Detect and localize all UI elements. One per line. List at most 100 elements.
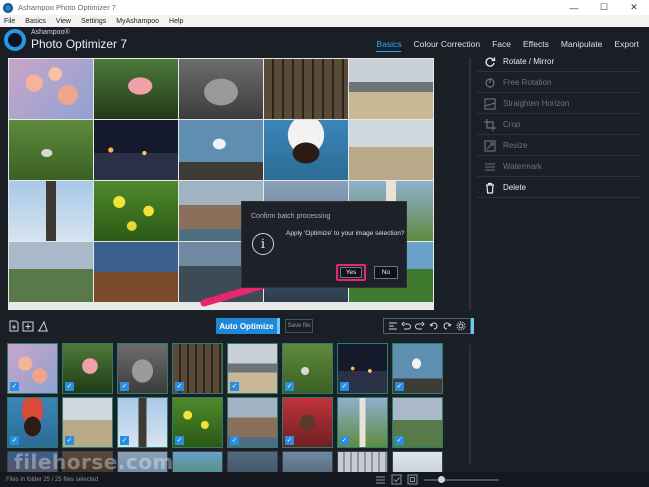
checkbox-checked-icon[interactable]: ✓ [10,436,19,445]
checkbox-checked-icon[interactable]: ✓ [175,382,184,391]
grid-image[interactable] [349,59,433,119]
menu-myashampoo[interactable]: MyAshampoo [116,18,159,25]
add-folder-icon[interactable] [22,320,34,332]
tab-effects[interactable]: Effects [523,39,549,52]
grid-image[interactable] [9,120,93,180]
deselect-icon[interactable] [407,474,418,485]
filmstrip-thumb[interactable]: ✓ [7,397,58,448]
grid-image[interactable] [94,59,178,119]
save-file-button[interactable]: Save file [285,319,313,333]
undo-icon[interactable] [401,321,412,331]
filmstrip-thumb[interactable] [392,451,443,472]
checkbox-checked-icon[interactable]: ✓ [340,436,349,445]
window-title: Ashampoo Photo Optimizer 7 [18,3,116,12]
tab-colour-correction[interactable]: Colour Correction [413,39,480,52]
checkbox-checked-icon[interactable]: ✓ [395,382,404,391]
select-all-icon[interactable] [391,474,402,485]
delete-item[interactable]: Delete [477,178,641,198]
checkbox-checked-icon[interactable]: ✓ [340,382,349,391]
minimize-button[interactable]: — [559,0,589,15]
no-button[interactable]: No [374,266,398,279]
resize-item[interactable]: Resize [477,136,641,156]
menu-file[interactable]: File [4,18,15,25]
zoom-slider-knob[interactable] [438,476,445,483]
zoom-slider[interactable] [424,476,499,483]
resize-label: Resize [503,141,528,150]
checkbox-checked-icon[interactable]: ✓ [395,436,404,445]
straighten-horizon-item[interactable]: Straighten Horizon [477,94,641,114]
yes-button[interactable]: Yes [340,267,362,278]
rotate-right-icon[interactable] [442,321,452,331]
grid-image[interactable] [94,120,178,180]
list-view-icon[interactable] [375,474,386,485]
grid-image[interactable] [94,181,178,241]
tab-export[interactable]: Export [614,39,639,52]
menu-settings[interactable]: Settings [81,18,106,25]
filmstrip-thumb[interactable]: ✓ [392,343,443,394]
brand-product: Photo Optimizer 7 [31,37,128,51]
filmstrip-thumb[interactable]: ✓ [282,343,333,394]
checkbox-checked-icon[interactable]: ✓ [230,436,239,445]
filmstrip-thumb[interactable] [282,451,333,472]
menu-basics[interactable]: Basics [25,18,46,25]
grid-image[interactable] [179,59,263,119]
filmstrip-thumb[interactable] [227,451,278,472]
filmstrip-thumb[interactable]: ✓ [392,397,443,448]
rotate-mirror-item[interactable]: Rotate / Mirror [477,52,641,72]
filmstrip-thumb[interactable]: ✓ [337,397,388,448]
grid-scrollbar[interactable] [469,58,471,310]
checkbox-checked-icon[interactable]: ✓ [10,382,19,391]
filmstrip-thumb[interactable]: ✓ [227,397,278,448]
filmstrip-thumb[interactable]: ✓ [117,397,168,448]
checkbox-checked-icon[interactable]: ✓ [285,382,294,391]
filmstrip-scrollbar[interactable] [469,345,471,465]
edit-tools-dropdown[interactable] [471,318,474,334]
rotate-left-icon[interactable] [429,321,439,331]
tab-face[interactable]: Face [492,39,511,52]
free-rotation-item[interactable]: Free Rotation [477,73,641,93]
grid-image[interactable] [264,59,348,119]
brand-company: Ashampoo® [31,29,70,36]
filmstrip-thumb[interactable]: ✓ [62,397,113,448]
watermark-item[interactable]: Watermark [477,157,641,177]
checkbox-checked-icon[interactable]: ✓ [120,436,129,445]
compare-icon[interactable] [388,321,398,331]
close-button[interactable]: ✕ [619,0,649,15]
tools-panel: Rotate / Mirror Free Rotation Straighten… [477,52,641,202]
grid-image[interactable] [9,242,93,302]
filmstrip-thumb[interactable]: ✓ [7,343,58,394]
menu-view[interactable]: View [56,18,71,25]
filmstrip-thumb[interactable] [172,451,223,472]
clear-list-icon[interactable] [37,320,49,332]
tab-manipulate[interactable]: Manipulate [561,39,603,52]
filmstrip-thumb[interactable]: ✓ [337,343,388,394]
grid-image[interactable] [349,120,433,180]
settings-gear-icon[interactable] [456,321,466,331]
checkbox-checked-icon[interactable]: ✓ [65,382,74,391]
filmstrip-thumb[interactable]: ✓ [117,343,168,394]
auto-optimize-dropdown[interactable] [277,318,280,334]
grid-image[interactable] [179,120,263,180]
checkbox-checked-icon[interactable]: ✓ [120,382,129,391]
crop-item[interactable]: Crop [477,115,641,135]
checkbox-checked-icon[interactable]: ✓ [230,382,239,391]
filmstrip-thumb[interactable]: ✓ [62,343,113,394]
redo-icon[interactable] [415,321,425,331]
checkbox-checked-icon[interactable]: ✓ [285,436,294,445]
filmstrip-thumb[interactable] [337,451,388,472]
menu-help[interactable]: Help [169,18,183,25]
grid-image[interactable] [9,59,93,119]
filmstrip-thumb[interactable]: ✓ [227,343,278,394]
grid-image[interactable] [264,120,348,180]
auto-optimize-button[interactable]: Auto Optimize [216,318,277,334]
grid-image[interactable] [9,181,93,241]
filmstrip-thumb[interactable]: ✓ [282,397,333,448]
filmstrip-thumb[interactable]: ✓ [172,397,223,448]
checkbox-checked-icon[interactable]: ✓ [175,436,184,445]
add-file-icon[interactable] [8,320,20,332]
maximize-button[interactable]: ☐ [589,0,619,15]
tab-basics[interactable]: Basics [376,39,402,52]
filmstrip-thumb[interactable]: ✓ [172,343,223,394]
grid-image[interactable] [94,242,178,302]
checkbox-checked-icon[interactable]: ✓ [65,436,74,445]
